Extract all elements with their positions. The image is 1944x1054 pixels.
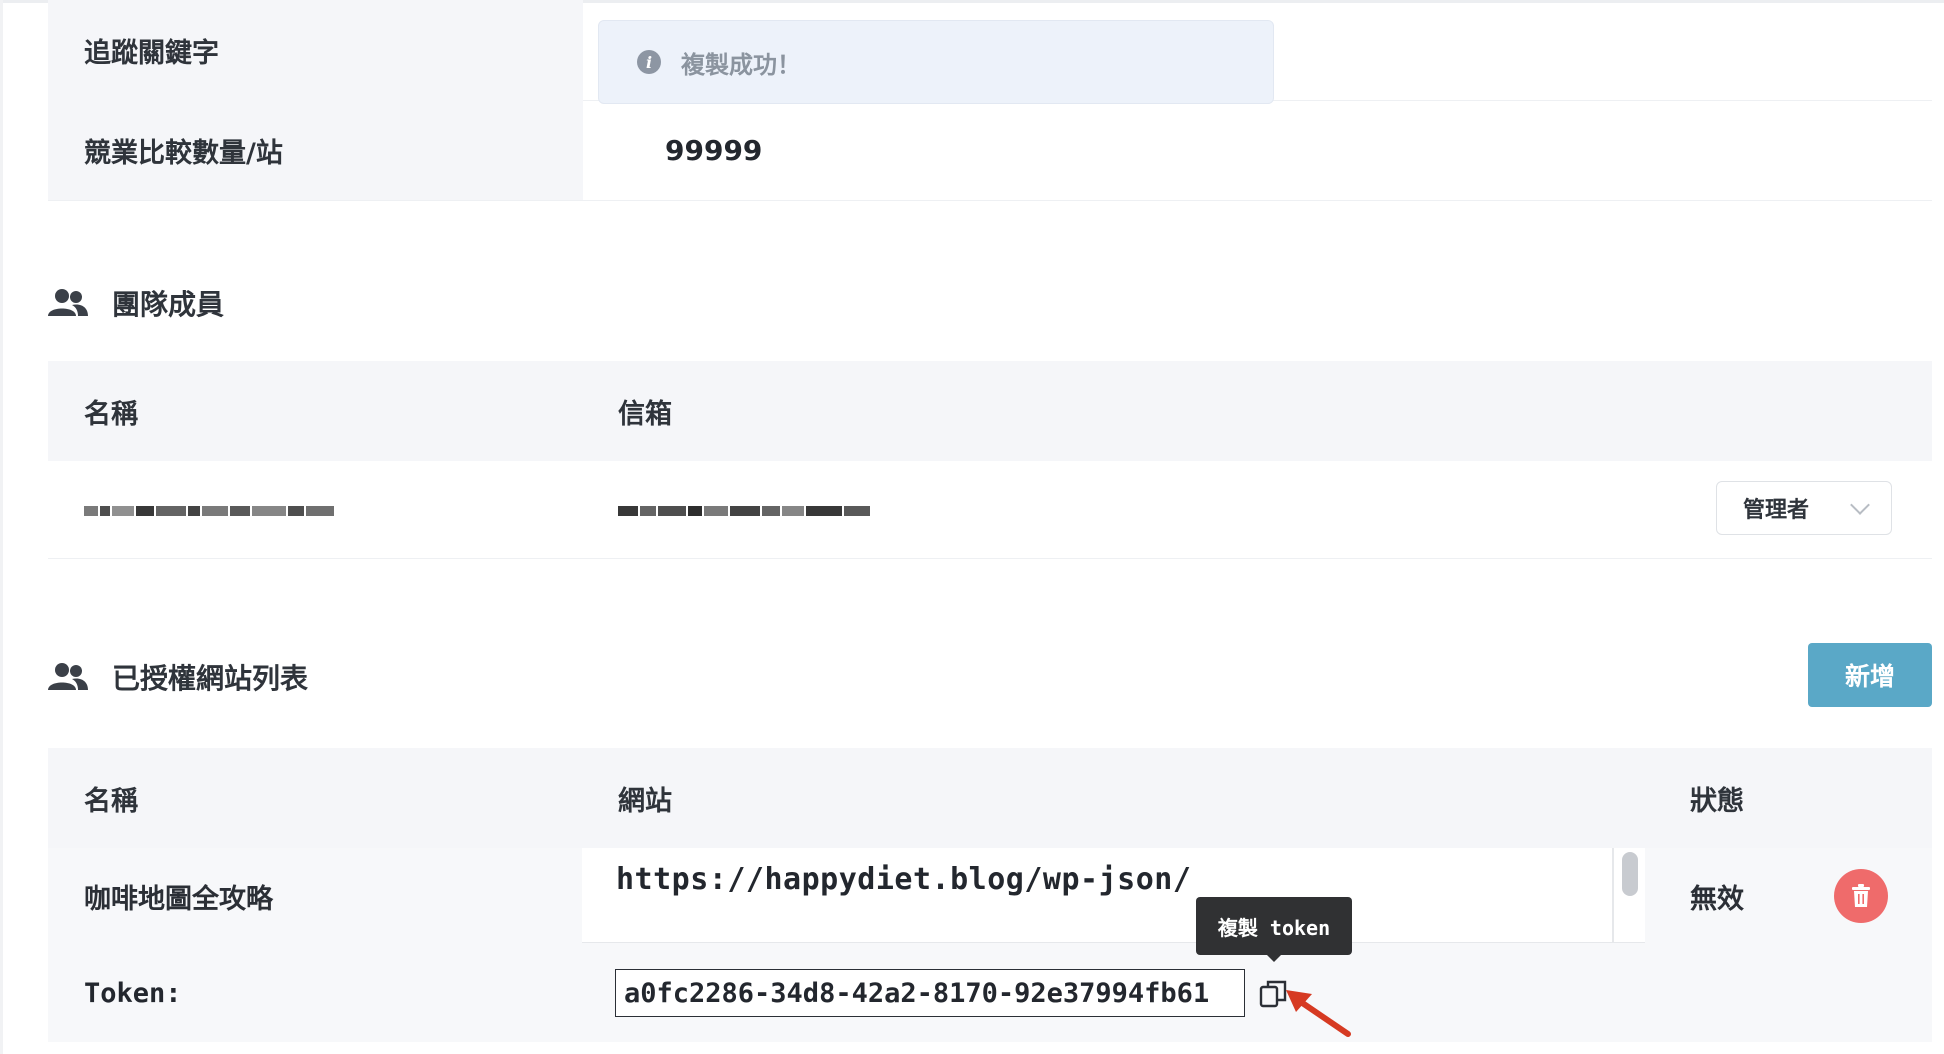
people-icon [48, 289, 88, 316]
member-name-blurred [84, 500, 336, 522]
sites-col-status: 狀態 [1690, 785, 1744, 817]
team-col-name: 名稱 [84, 398, 138, 430]
annotation-arrow-icon [1286, 990, 1351, 1037]
tooltip-arrow [1266, 954, 1282, 962]
sites-col-website: 網站 [618, 785, 672, 817]
token-label: Token: [84, 978, 182, 1009]
info-row-competitor-count: 競業比較數量/站 99999 [48, 100, 1932, 201]
add-site-button[interactable]: 新增 [1808, 643, 1932, 707]
role-select[interactable]: 管理者 [1716, 481, 1892, 535]
site-name: 咖啡地圖全攻略 [84, 884, 273, 915]
url-scrollbar[interactable] [1622, 852, 1638, 896]
trash-icon [1852, 884, 1870, 907]
info-label-keyword: 追蹤關鍵字 [48, 0, 583, 100]
page: 追蹤關鍵字 競業比較數量/站 99999 i 複製成功！ 團隊成員 名稱 信箱 … [0, 0, 1944, 1054]
sites-col-name: 名稱 [84, 785, 138, 817]
sites-section-title: 已授權網站列表 [48, 657, 308, 697]
team-table-header: 名稱 信箱 [48, 361, 1932, 461]
sites-table-header: 名稱 網站 狀態 [48, 748, 1932, 848]
sites-title: 已授權網站列表 [112, 662, 309, 695]
url-field-border [1612, 848, 1614, 942]
info-label-competitor-count: 競業比較數量/站 [48, 100, 583, 200]
team-section-title: 團隊成員 [48, 283, 224, 323]
toast-message: 複製成功！ [681, 50, 801, 79]
site-url: https://happydiet.blog/wp-json/ [616, 862, 1192, 897]
copy-token-tooltip: 複製 token [1196, 897, 1352, 955]
site-status: 無效 [1690, 884, 1744, 915]
member-email-blurred [618, 500, 872, 522]
chevron-down-icon [1850, 495, 1870, 515]
team-title: 團隊成員 [112, 288, 225, 321]
left-border [0, 0, 3, 1054]
info-value-competitor-count: 99999 [665, 133, 763, 167]
copy-success-toast: i 複製成功！ [598, 20, 1274, 104]
people-icon [48, 663, 88, 690]
info-icon: i [637, 50, 661, 74]
team-col-email: 信箱 [618, 398, 672, 430]
token-value[interactable]: a0fc2286-34d8-42a2-8170-92e37994fb61 [615, 969, 1245, 1017]
role-select-value: 管理者 [1743, 498, 1810, 523]
team-member-row [48, 461, 1932, 559]
delete-site-button[interactable] [1834, 869, 1888, 923]
